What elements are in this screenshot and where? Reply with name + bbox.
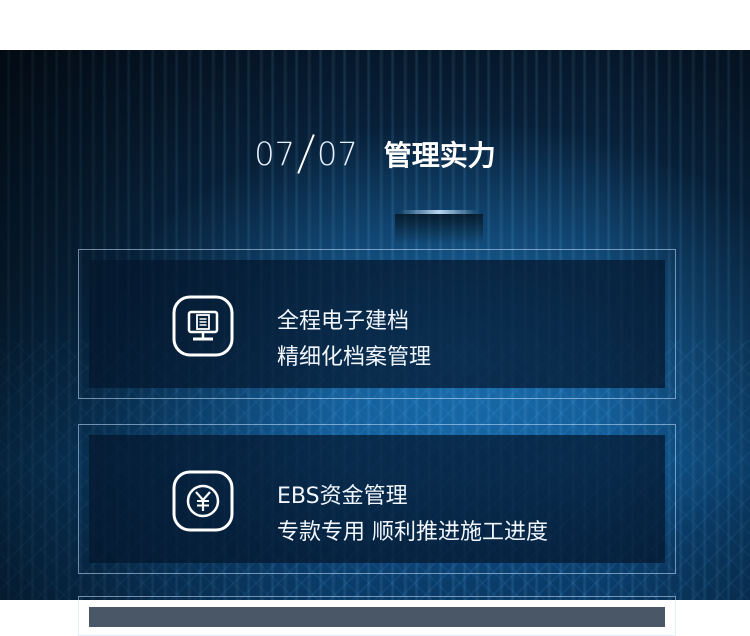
card-line-primary: 全程电子建档: [277, 309, 410, 334]
heading-underline: [400, 210, 478, 214]
counter-slash: [297, 134, 315, 174]
section-heading: 07 07 管理实力: [0, 133, 750, 175]
section-title: 管理实力: [383, 139, 496, 172]
yuan-coin-icon: [171, 469, 235, 533]
section-counter-current: 07: [254, 135, 295, 173]
card-line-secondary: 专款专用 顺利推进施工进度: [277, 520, 548, 545]
card-panel: EBS资金管理 专款专用 顺利推进施工进度: [89, 435, 665, 563]
document-monitor-icon: [171, 294, 235, 358]
card-text: 全程电子建档 精细化档案管理: [277, 304, 431, 376]
card-panel: [89, 607, 665, 627]
card-line-secondary: 精细化档案管理: [277, 345, 432, 370]
top-white-band: [0, 0, 750, 50]
feature-card-archive: 全程电子建档 精细化档案管理: [78, 249, 676, 399]
heading-shadow: [395, 214, 483, 244]
card-text: EBS资金管理 专款专用 顺利推进施工进度: [277, 479, 548, 551]
card-panel: 全程电子建档 精细化档案管理: [89, 260, 665, 388]
feature-card-partial: [78, 596, 676, 636]
section-counter-total: 07: [316, 135, 358, 173]
card-line-primary: EBS资金管理: [277, 484, 408, 509]
feature-card-funds: EBS资金管理 专款专用 顺利推进施工进度: [78, 424, 676, 574]
